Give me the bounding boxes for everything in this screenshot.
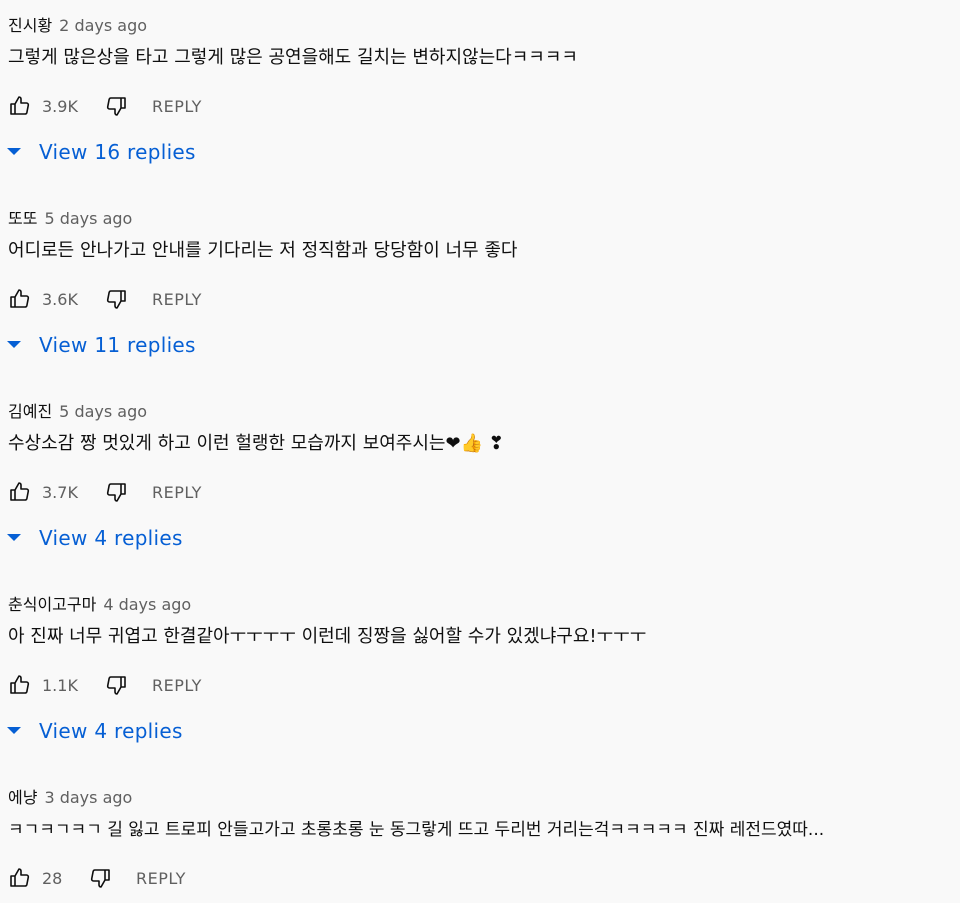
thumbs-down-icon[interactable] — [104, 287, 128, 311]
thumbs-down-icon[interactable] — [88, 866, 112, 890]
comment-actions: 28 REPLY — [8, 864, 186, 892]
caret-down-icon — [6, 144, 22, 160]
comment-author[interactable]: 김예진 — [8, 398, 52, 422]
view-replies-button[interactable]: View 4 replies — [6, 523, 183, 553]
comment-author[interactable]: 또또 — [8, 205, 37, 229]
thumbs-down-icon[interactable] — [104, 480, 128, 504]
reply-button[interactable]: REPLY — [152, 676, 202, 695]
thumbs-up-icon[interactable] — [8, 480, 32, 504]
comment-timestamp[interactable]: 2 days ago — [59, 16, 147, 35]
comment-text: 수상소감 짱 멋있게 하고 이런 헐랭한 모습까지 보여주시는❤👍 ❣ — [8, 433, 504, 454]
reply-button[interactable]: REPLY — [152, 290, 202, 309]
thumbs-up-icon[interactable] — [8, 866, 32, 890]
comment-author[interactable]: 에냥 — [8, 784, 37, 808]
comment-actions: 3.6K REPLY — [8, 285, 202, 313]
like-count: 28 — [42, 868, 63, 888]
like-count: 3.9K — [42, 96, 78, 116]
caret-down-icon — [6, 530, 22, 546]
comment-author[interactable]: 춘식이고구마 — [8, 591, 96, 615]
comment-actions: 1.1K REPLY — [8, 671, 202, 699]
comment-header: 또또 5 days ago — [8, 205, 132, 229]
comment-timestamp[interactable]: 5 days ago — [44, 209, 132, 228]
caret-down-icon — [6, 337, 22, 353]
like-count: 3.7K — [42, 482, 78, 502]
view-replies-button[interactable]: View 16 replies — [6, 137, 196, 167]
thumbs-up-icon[interactable] — [8, 94, 32, 118]
view-replies-label: View 16 replies — [39, 140, 196, 164]
view-replies-label: View 11 replies — [39, 333, 196, 357]
reply-button[interactable]: REPLY — [136, 869, 186, 888]
comment-text: 그렇게 많은상을 타고 그렇게 많은 공연을해도 길치는 변하지않는다ㅋㅋㅋㅋ — [8, 47, 578, 68]
view-replies-label: View 4 replies — [39, 719, 183, 743]
comment-header: 진시황 2 days ago — [8, 12, 147, 36]
comment-header: 춘식이고구마 4 days ago — [8, 591, 191, 615]
thumbs-down-icon[interactable] — [104, 673, 128, 697]
thumbs-down-icon[interactable] — [104, 94, 128, 118]
comment-header: 에냥 3 days ago — [8, 784, 132, 808]
comment-timestamp[interactable]: 5 days ago — [59, 402, 147, 421]
comment-actions: 3.9K REPLY — [8, 92, 202, 120]
view-replies-label: View 4 replies — [39, 526, 183, 550]
caret-down-icon — [6, 723, 22, 739]
thumbs-up-icon[interactable] — [8, 287, 32, 311]
view-replies-button[interactable]: View 11 replies — [6, 330, 196, 360]
comment-actions: 3.7K REPLY — [8, 478, 202, 506]
comment-timestamp[interactable]: 3 days ago — [44, 788, 132, 807]
reply-button[interactable]: REPLY — [152, 97, 202, 116]
thumbs-up-icon[interactable] — [8, 673, 32, 697]
like-count: 1.1K — [42, 675, 78, 695]
comment-text: 어디로든 안나가고 안내를 기다리는 저 정직함과 당당함이 너무 좋다 — [8, 240, 518, 261]
reply-button[interactable]: REPLY — [152, 483, 202, 502]
view-replies-button[interactable]: View 4 replies — [6, 716, 183, 746]
comment-header: 김예진 5 days ago — [8, 398, 147, 422]
comment-author[interactable]: 진시황 — [8, 12, 52, 36]
like-count: 3.6K — [42, 289, 78, 309]
comment-text: 아 진짜 너무 귀엽고 한결같아ㅜㅜㅜㅜ 이런데 징짱을 싫어할 수가 있겠냐구… — [8, 626, 647, 647]
comment-timestamp[interactable]: 4 days ago — [103, 595, 191, 614]
comment-text: ㅋㄱㅋㄱㅋㄱ 길 잃고 트로피 안들고가고 초롱초롱 눈 동그랗게 뜨고 두리번… — [8, 820, 825, 840]
